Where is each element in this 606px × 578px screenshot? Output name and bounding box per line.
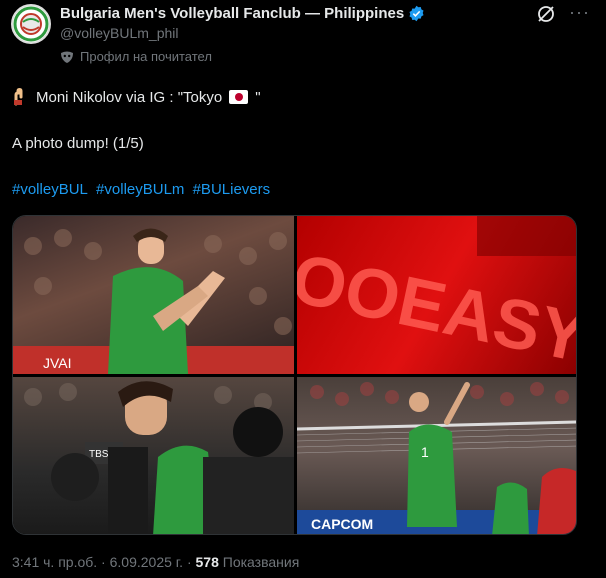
avatar[interactable] bbox=[11, 4, 51, 44]
hashtag-link[interactable]: #BULievers bbox=[193, 181, 271, 198]
photo-grid: JVAI OOEASY TBS CAPCOM 1 bbox=[12, 215, 577, 535]
photo-3-banner: TBS bbox=[89, 449, 109, 460]
hashtags: #volleyBUL #volleyBULm #BULievers bbox=[12, 181, 274, 198]
views-label: Показвания bbox=[218, 554, 300, 570]
more-options-button[interactable]: ··· bbox=[569, 2, 590, 23]
profile-note: Профил на почитател bbox=[60, 49, 212, 64]
fanclub-logo-icon bbox=[13, 6, 49, 42]
photo-2-scene: OOEASY bbox=[297, 216, 577, 374]
japan-flag-icon bbox=[229, 90, 249, 104]
photo-4-banner: CAPCOM bbox=[311, 516, 373, 532]
views-count: 578 bbox=[195, 554, 219, 570]
jersey-number: 1 bbox=[421, 444, 429, 460]
photo-1-banner: JVAI bbox=[43, 355, 72, 371]
photo-4[interactable]: CAPCOM 1 bbox=[297, 377, 576, 534]
mask-icon bbox=[61, 51, 73, 63]
photo-2-text: OOEASY bbox=[297, 238, 577, 374]
photo-1[interactable]: JVAI bbox=[13, 216, 294, 374]
post-line-1: Moni Nikolov via IG : "Tokyo " bbox=[12, 88, 261, 106]
photo-3-scene: TBS bbox=[24, 381, 294, 534]
profile-note-label: Профил на почитател bbox=[80, 49, 212, 64]
volleyball-hand-icon bbox=[14, 88, 23, 106]
post-timestamp[interactable]: 3:41 ч. пр.об. · 6.09.2025 г. · bbox=[12, 554, 196, 570]
account-name-row[interactable]: Bulgaria Men's Volleyball Fanclub — Phil… bbox=[60, 5, 425, 22]
account-name[interactable]: Bulgaria Men's Volleyball Fanclub — Phil… bbox=[60, 5, 404, 22]
post-line-1-end: " bbox=[255, 88, 261, 106]
verified-badge-icon bbox=[409, 5, 424, 22]
post-line-1-text: Moni Nikolov via IG : "Tokyo bbox=[36, 88, 223, 106]
photo-4-scene: CAPCOM 1 bbox=[297, 382, 576, 534]
photo-2[interactable]: OOEASY bbox=[297, 216, 577, 374]
post-line-2: A photo dump! (1/5) bbox=[12, 135, 144, 152]
hashtag-link[interactable]: #volleyBULm bbox=[96, 181, 184, 198]
photo-3[interactable]: TBS bbox=[13, 377, 294, 534]
grok-icon[interactable] bbox=[536, 4, 556, 24]
post-meta: 3:41 ч. пр.об. · 6.09.2025 г. · 578 Пока… bbox=[12, 554, 299, 570]
hashtag-link[interactable]: #volleyBUL bbox=[12, 181, 88, 198]
account-handle[interactable]: @volleyBULm_phil bbox=[60, 25, 178, 41]
photo-1-scene: JVAI bbox=[13, 228, 294, 374]
